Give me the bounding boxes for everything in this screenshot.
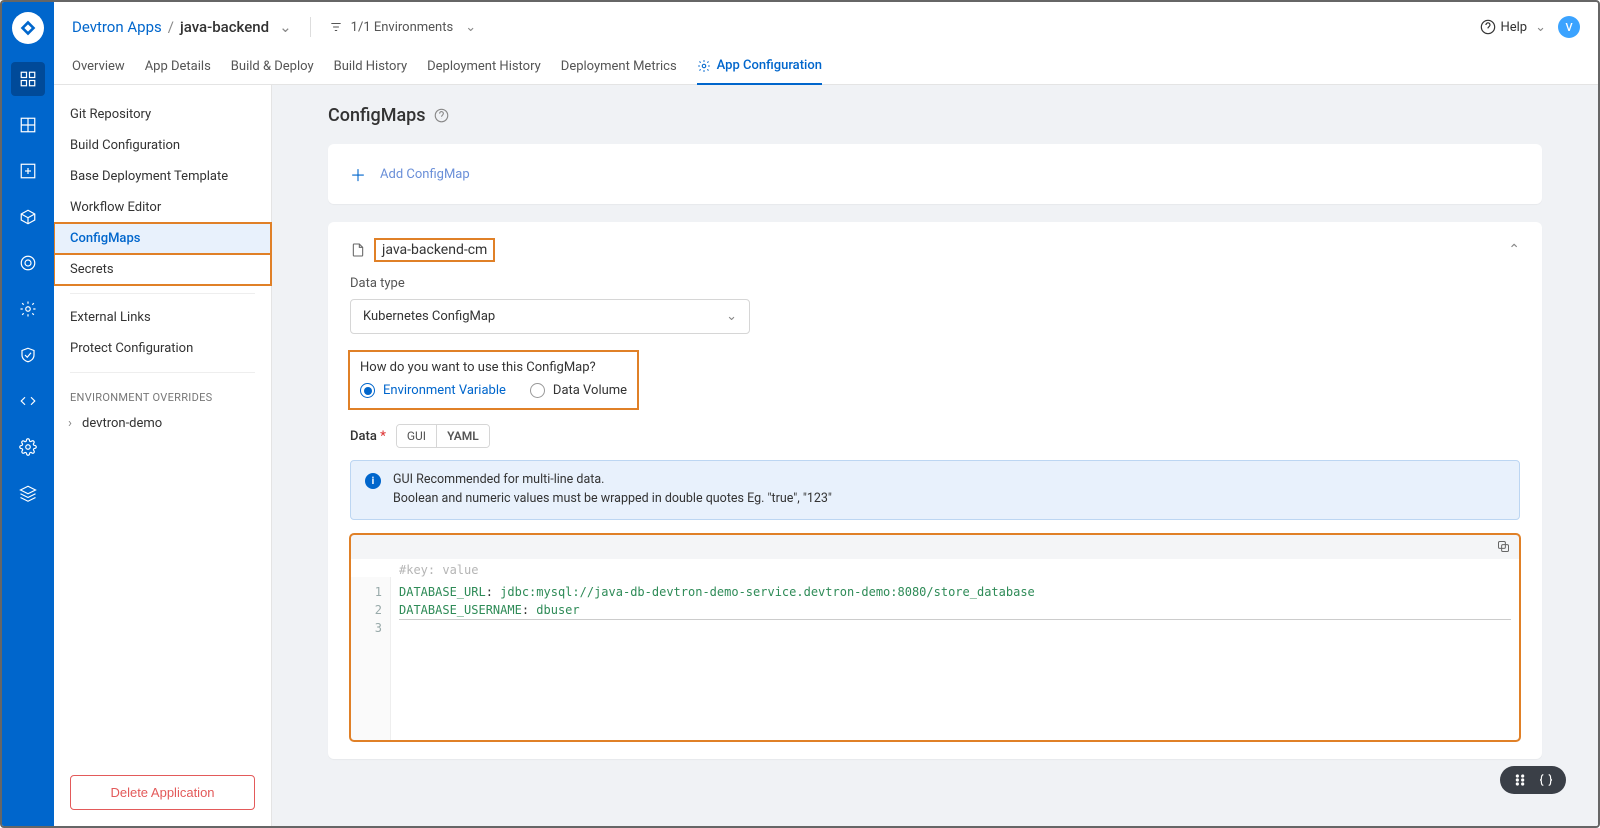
tab-build-history[interactable]: Build History xyxy=(334,50,408,84)
view-toggle: GUI YAML xyxy=(396,424,490,448)
radio-env-variable[interactable]: Environment Variable xyxy=(360,383,506,398)
rail-apps[interactable] xyxy=(11,62,45,96)
info-icon: i xyxy=(365,473,381,489)
rail-settings-icon[interactable] xyxy=(11,430,45,464)
sidebar-env-heading: ENVIRONMENT OVERRIDES xyxy=(54,381,271,410)
sidebar-item-git[interactable]: Git Repository xyxy=(54,99,271,130)
seg-gui[interactable]: GUI xyxy=(397,425,436,447)
add-configmap-button[interactable]: ＋ Add ConfigMap xyxy=(328,144,1542,204)
radio-dot-icon xyxy=(360,383,375,398)
drag-icon xyxy=(1512,772,1528,788)
chevron-down-icon: ⌄ xyxy=(726,309,737,324)
data-type-select[interactable]: Kubernetes ConfigMap ⌄ xyxy=(350,299,750,334)
code-area[interactable]: DATABASE_URL: jdbc:mysql://java-db-devtr… xyxy=(391,577,1519,740)
env-selector[interactable]: 1/1 Environments ⌄ xyxy=(329,20,476,35)
floating-actions[interactable] xyxy=(1500,766,1566,794)
plus-icon: ＋ xyxy=(350,162,366,186)
braces-icon xyxy=(1538,772,1554,788)
collapse-icon[interactable]: ⌃ xyxy=(1508,242,1520,258)
config-sidebar: Git Repository Build Configuration Base … xyxy=(54,85,272,826)
rail-target-icon[interactable] xyxy=(11,246,45,280)
app-tabs: Overview App Details Build & Deploy Buil… xyxy=(54,44,1598,85)
info-banner: i GUI Recommended for multi-line data. B… xyxy=(350,460,1520,520)
configmap-card: java-backend-cm ⌃ Data type Kubernetes C… xyxy=(328,222,1542,759)
rail-cube-icon[interactable] xyxy=(11,200,45,234)
tab-deployment-history[interactable]: Deployment History xyxy=(427,50,541,84)
filter-icon xyxy=(329,20,343,34)
content-area: ConfigMaps ＋ Add ConfigMap java-backend-… xyxy=(272,85,1598,826)
yaml-editor[interactable]: #key: value 1 2 3 DATABASE_URL: jdbc:mys… xyxy=(350,534,1520,741)
sidebar-item-configmaps[interactable]: ConfigMaps xyxy=(54,223,271,254)
avatar[interactable]: V xyxy=(1558,16,1580,38)
radio-dot-icon xyxy=(530,383,545,398)
topbar: Devtron Apps / java-backend ⌄ 1/1 Enviro… xyxy=(54,2,1598,44)
nav-rail xyxy=(2,2,54,826)
data-type-label: Data type xyxy=(350,276,1520,291)
gear-icon xyxy=(697,59,711,73)
sidebar-item-secrets[interactable]: Secrets xyxy=(54,254,271,285)
sidebar-item-external-links[interactable]: External Links xyxy=(54,302,271,333)
help-icon[interactable] xyxy=(434,108,449,123)
chevron-down-icon: ⌄ xyxy=(465,20,476,35)
sidebar-item-protect[interactable]: Protect Configuration xyxy=(54,333,271,364)
rail-layers-icon[interactable] xyxy=(11,476,45,510)
chevron-down-icon: ⌄ xyxy=(1535,20,1546,35)
sidebar-item-base-template[interactable]: Base Deployment Template xyxy=(54,161,271,192)
breadcrumb-root[interactable]: Devtron Apps xyxy=(72,18,162,36)
rail-gear-icon[interactable] xyxy=(11,292,45,326)
copy-icon[interactable] xyxy=(1496,539,1511,554)
tab-overview[interactable]: Overview xyxy=(72,50,125,84)
help-icon xyxy=(1480,19,1496,35)
rail-shield-icon[interactable] xyxy=(11,338,45,372)
seg-yaml[interactable]: YAML xyxy=(436,425,489,447)
line-gutter: 1 2 3 xyxy=(351,577,391,740)
tab-build-deploy[interactable]: Build & Deploy xyxy=(231,50,314,84)
breadcrumb-current: java-backend xyxy=(180,18,269,36)
tab-deployment-metrics[interactable]: Deployment Metrics xyxy=(561,50,677,84)
breadcrumb: Devtron Apps / java-backend ⌄ xyxy=(72,18,292,36)
devtron-logo xyxy=(12,12,44,44)
rail-plus-box-icon[interactable] xyxy=(11,154,45,188)
data-label: Data * xyxy=(350,429,386,444)
page-title: ConfigMaps xyxy=(328,105,1542,126)
delete-app-button[interactable]: Delete Application xyxy=(70,775,255,810)
tab-app-configuration[interactable]: App Configuration xyxy=(697,50,822,85)
rail-grid-icon[interactable] xyxy=(11,108,45,142)
tab-app-details[interactable]: App Details xyxy=(145,50,211,84)
sidebar-env-item[interactable]: devtron-demo xyxy=(54,410,271,437)
help-button[interactable]: Help ⌄ xyxy=(1480,19,1546,35)
rail-code-icon[interactable] xyxy=(11,384,45,418)
sidebar-item-build-config[interactable]: Build Configuration xyxy=(54,130,271,161)
editor-placeholder: #key: value xyxy=(351,559,1519,577)
use-configmap-group: How do you want to use this ConfigMap? E… xyxy=(350,352,637,408)
sidebar-item-workflow[interactable]: Workflow Editor xyxy=(54,192,271,223)
file-icon xyxy=(350,241,366,259)
configmap-name: java-backend-cm xyxy=(376,240,493,260)
radio-data-volume[interactable]: Data Volume xyxy=(530,383,627,398)
chevron-down-icon[interactable]: ⌄ xyxy=(279,18,292,36)
